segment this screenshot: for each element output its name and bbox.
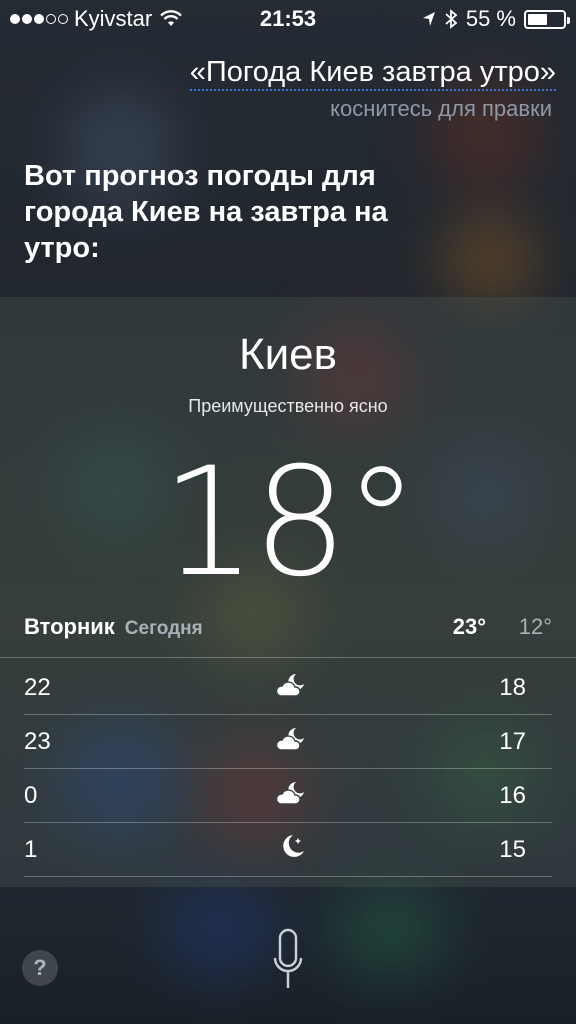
query-text: «Погода Киев завтра утро» — [189, 56, 556, 91]
high-temperature: 23° — [452, 614, 486, 639]
partly-cloudy-night-icon — [275, 782, 304, 805]
partly-cloudy-night-icon — [275, 728, 304, 751]
hourly-row: 1 15 — [24, 822, 552, 876]
divider — [0, 657, 576, 658]
city-name: Киев — [238, 330, 338, 379]
hourly-row: 22 18 — [24, 660, 552, 714]
hour-label: 23 — [24, 728, 51, 755]
today-label: Сегодня — [124, 618, 203, 639]
hour-label: 1 — [24, 836, 38, 863]
help-button[interactable]: ? — [22, 950, 58, 986]
bluetooth-icon — [445, 9, 458, 29]
hourly-row: 0 16 — [24, 768, 552, 822]
hour-temperature: 17 — [499, 728, 526, 755]
microphone-icon[interactable] — [272, 928, 304, 992]
day-summary-row: Вторник Сегодня 23° 12° — [24, 614, 552, 644]
hourly-row: 23 17 — [24, 714, 552, 768]
siri-query[interactable]: «Погода Киев завтра утро» — [189, 56, 556, 91]
siri-response: Вот прогноз погоды для города Киев на за… — [24, 160, 388, 264]
hour-temperature: 18 — [499, 674, 526, 701]
hour-temperature: 16 — [499, 782, 526, 809]
clear-night-icon — [283, 835, 304, 857]
current-temperature: 18° — [161, 436, 419, 610]
partly-cloudy-night-icon — [275, 674, 304, 697]
hour-label: 22 — [24, 674, 51, 701]
status-bar: Kyivstar 21:53 55 % — [0, 0, 576, 36]
hour-temperature: 15 — [499, 836, 526, 863]
weather-condition: Преимущественно ясно — [188, 396, 388, 416]
battery-icon — [524, 9, 570, 29]
battery-percent: 55 % — [465, 6, 516, 31]
hour-label: 0 — [24, 782, 38, 809]
tap-to-edit-hint[interactable]: коснитесь для правки — [330, 96, 552, 122]
low-temperature: 12° — [518, 614, 552, 639]
divider — [24, 876, 552, 877]
day-name: Вторник — [24, 614, 115, 639]
location-arrow-icon — [422, 12, 435, 26]
